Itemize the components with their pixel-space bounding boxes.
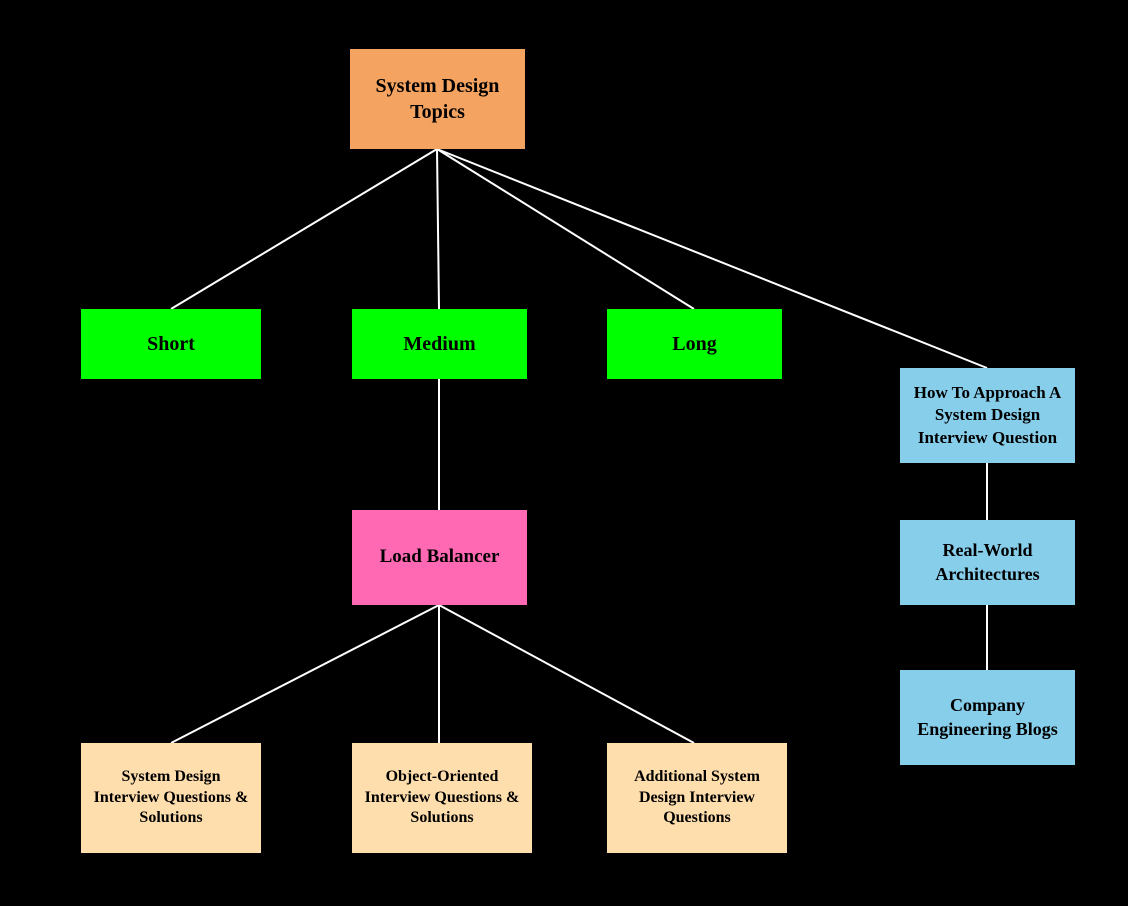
additional-sd-node-label: Additional System Design Interview Quest… bbox=[617, 767, 777, 829]
real-world-node[interactable]: Real-World Architectures bbox=[900, 520, 1075, 605]
long-node[interactable]: Long bbox=[607, 309, 782, 379]
real-world-node-label: Real-World Architectures bbox=[910, 539, 1065, 586]
sd-interview-qs-node[interactable]: System Design Interview Questions & Solu… bbox=[81, 743, 261, 853]
sd-interview-qs-node-label: System Design Interview Questions & Solu… bbox=[91, 767, 251, 829]
short-node[interactable]: Short bbox=[81, 309, 261, 379]
oo-interview-qs-node-label: Object-Oriented Interview Questions & So… bbox=[362, 767, 522, 829]
load-balancer-node[interactable]: Load Balancer bbox=[352, 510, 527, 605]
oo-interview-qs-node[interactable]: Object-Oriented Interview Questions & So… bbox=[352, 743, 532, 853]
how-to-approach-node[interactable]: How To Approach A System Design Intervie… bbox=[900, 368, 1075, 463]
medium-node[interactable]: Medium bbox=[352, 309, 527, 379]
load-balancer-node-label: Load Balancer bbox=[380, 545, 500, 570]
company-engineering-node[interactable]: Company Engineering Blogs bbox=[900, 670, 1075, 765]
short-node-label: Short bbox=[147, 331, 195, 357]
root-node[interactable]: System Design Topics bbox=[350, 49, 525, 149]
how-to-approach-node-label: How To Approach A System Design Intervie… bbox=[910, 382, 1065, 448]
root-node-label: System Design Topics bbox=[360, 73, 515, 125]
additional-sd-node[interactable]: Additional System Design Interview Quest… bbox=[607, 743, 787, 853]
medium-node-label: Medium bbox=[403, 331, 475, 357]
long-node-label: Long bbox=[672, 331, 716, 357]
company-engineering-node-label: Company Engineering Blogs bbox=[910, 694, 1065, 741]
